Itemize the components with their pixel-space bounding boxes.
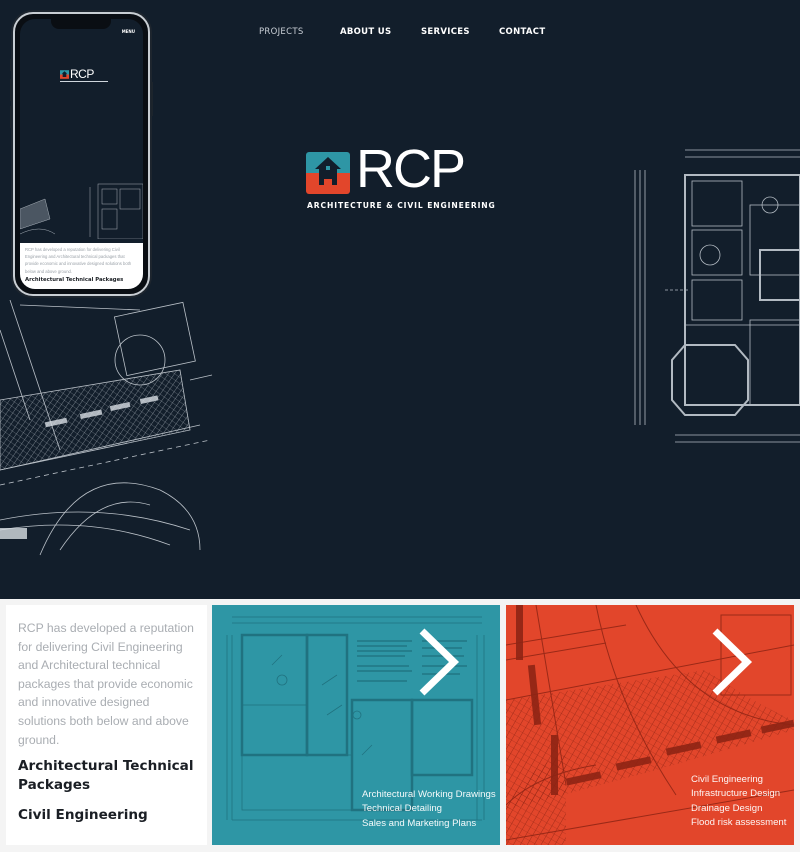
phone-menu-button[interactable]: MENU (122, 29, 135, 34)
site-plan-drawing (0, 300, 213, 556)
service-item: Technical Detailing (362, 803, 442, 815)
service-item: Civil Engineering (691, 774, 763, 785)
service-item: Drainage Design (691, 802, 763, 814)
phone-screen: MENU RCP RCP has developed a reputation … (20, 19, 143, 289)
phone-side-button (10, 59, 12, 71)
house-icon (60, 70, 69, 79)
link-civil-engineering[interactable]: Civil Engineering (18, 806, 195, 825)
service-item: Flood risk assessment (691, 817, 787, 829)
service-item: Sales and Marketing Plans (362, 817, 477, 829)
chevron-right-icon[interactable] (711, 627, 753, 697)
brand-logo[interactable]: RCP ARCHITECTURE & CIVIL ENGINEERING (306, 142, 496, 212)
phone-intro-card: RCP has developed a reputation for deliv… (20, 243, 143, 289)
phone-side-button (10, 79, 12, 101)
architectural-card[interactable]: Architectural Working Drawings Technical… (212, 605, 500, 845)
chevron-right-icon[interactable] (418, 627, 460, 697)
phone-logo: RCP (60, 67, 110, 89)
brand-name: RCP (356, 139, 466, 199)
house-icon (306, 152, 350, 194)
brand-tagline: ARCHITECTURE & CIVIL ENGINEERING (307, 201, 496, 210)
phone-side-button (151, 82, 153, 116)
intro-panel: RCP has developed a reputation for deliv… (6, 605, 207, 845)
link-architectural-technical-packages[interactable]: Architectural Technical Packages (18, 757, 195, 795)
hero-section: PROJECTS ABOUT US SERVICES CONTACT RCP A… (0, 0, 800, 599)
phone-brand-name: RCP (70, 67, 94, 81)
service-item: Infrastructure Design (691, 788, 781, 800)
floor-plan-drawing (634, 149, 800, 443)
civil-card[interactable]: Civil Engineering Infrastructure Design … (506, 605, 794, 845)
phone-blueprint (20, 183, 143, 239)
phone-notch (51, 19, 111, 29)
phone-mockup: MENU RCP RCP has developed a reputation … (10, 12, 153, 296)
nav-services[interactable]: SERVICES (421, 27, 470, 37)
architectural-services-list: Architectural Working Drawings Technical… (362, 788, 496, 831)
nav-about-us[interactable]: ABOUT US (340, 27, 391, 37)
phone-heading[interactable]: Architectural Technical Packages (25, 277, 138, 283)
service-item: Architectural Working Drawings (362, 789, 496, 800)
nav-contact[interactable]: CONTACT (499, 27, 545, 37)
phone-tagline (60, 81, 108, 83)
phone-intro-text: RCP has developed a reputation for deliv… (25, 247, 132, 274)
nav-projects[interactable]: PROJECTS (259, 27, 304, 37)
civil-services-list: Civil Engineering Infrastructure Design … (691, 773, 786, 831)
intro-text: RCP has developed a reputation for deliv… (18, 621, 194, 747)
phone-side-button (10, 106, 12, 128)
